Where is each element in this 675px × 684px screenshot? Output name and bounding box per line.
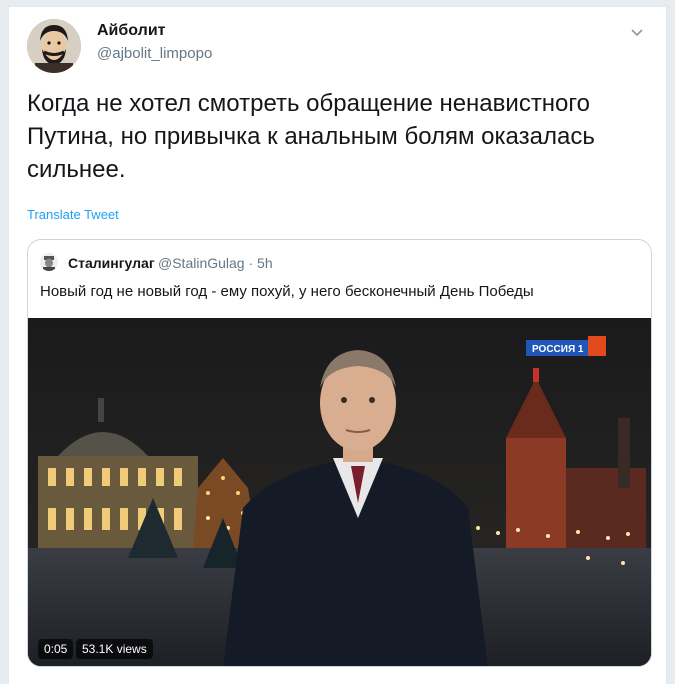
tweet-menu-button[interactable] (626, 25, 648, 41)
tweet-text: Когда не хотел смотреть обращение ненави… (27, 90, 595, 183)
translate-tweet-link[interactable]: Translate Tweet (27, 207, 119, 222)
author-avatar[interactable] (27, 19, 81, 73)
quoted-author-handle[interactable]: @StalinGulag · 5h (158, 255, 273, 271)
chevron-down-icon (631, 29, 643, 37)
video-frame-image: РОССИЯ 1 (28, 318, 651, 666)
video-player[interactable]: РОССИЯ 1 0:05 53.1K views (28, 318, 651, 666)
tweet-card[interactable]: Айболит @ajbolit_limpopo Когда не хотел … (8, 6, 667, 684)
video-duration-badge: 0:05 (38, 639, 74, 659)
quoted-tweet[interactable]: Сталингулаг @StalinGulag · 5h Новый год … (27, 239, 652, 667)
video-views-badge: 53.1K views (76, 639, 153, 659)
avatar-portrait-icon (40, 253, 58, 271)
channel-logo-text: РОССИЯ 1 (532, 344, 584, 355)
quoted-author-name[interactable]: Сталингулаг (68, 255, 155, 271)
quoted-tweet-text: Новый год не новый год - ему похуй, у не… (40, 283, 534, 300)
author-handle[interactable]: @ajbolit_limpopo (97, 45, 212, 62)
author-name[interactable]: Айболит (97, 22, 165, 40)
avatar-portrait-icon (27, 19, 81, 73)
quoted-author-avatar[interactable] (40, 253, 58, 271)
